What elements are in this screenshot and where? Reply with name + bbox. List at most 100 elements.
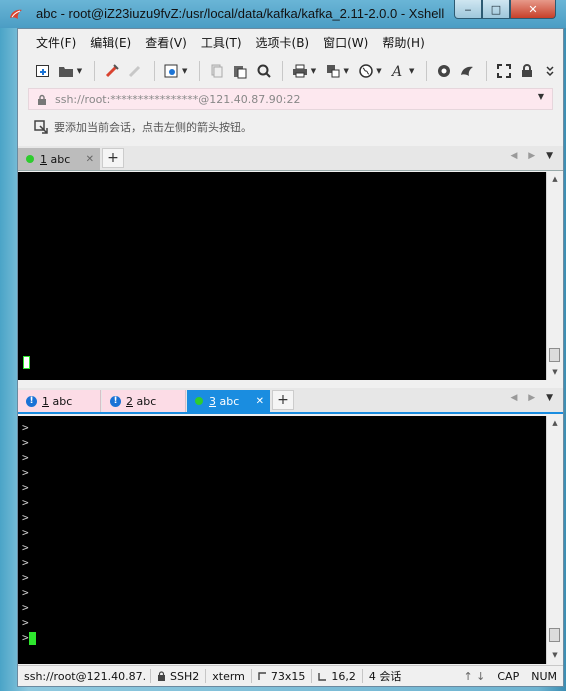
tab-session-2-warning[interactable]: ! 2 abc (102, 390, 186, 412)
toolbar-separator (94, 61, 96, 81)
prompt-line: > (22, 481, 29, 494)
prompt-line: > (22, 436, 29, 449)
prompt-line: > (22, 511, 29, 524)
menu-bar: 文件(F) 编辑(E) 查看(V) 工具(T) 选项卡(B) 窗口(W) 帮助(… (18, 29, 563, 55)
menu-view[interactable]: 查看(V) (145, 34, 187, 51)
minimize-button[interactable]: ‒ (454, 0, 482, 19)
warning-icon: ! (26, 395, 37, 407)
top-scrollbar[interactable]: ▲ ▼ (546, 172, 563, 380)
prompt-char: > (22, 631, 29, 644)
resize-icon (258, 671, 266, 680)
scroll-up-icon[interactable]: ▲ (547, 416, 563, 430)
connected-status-icon (26, 155, 34, 163)
status-terminal: xterm (212, 669, 245, 683)
fullscreen-icon[interactable] (493, 60, 514, 82)
terminal-top[interactable] (18, 172, 546, 380)
menu-edit[interactable]: 编辑(E) (90, 34, 131, 51)
scroll-down-icon[interactable]: ▼ (547, 365, 563, 379)
tab-session-1[interactable]: 1 abc ✕ (18, 148, 100, 170)
prompt-line: > (22, 526, 29, 539)
menu-tabs[interactable]: 选项卡(B) (256, 34, 310, 51)
globe-dropdown-icon[interactable]: ▼ (376, 67, 381, 75)
terminal-bottom[interactable]: > > > > > > > > > > > > > > > (18, 416, 546, 664)
prompt-line: > (22, 571, 29, 584)
hint-bar: 要添加当前会话，点击左侧的箭头按钮。 (28, 115, 553, 139)
title-bar[interactable]: abc - root@iZ23iuzu9fvZ:/usr/local/data/… (0, 0, 566, 28)
status-num: NUM (531, 669, 557, 683)
xagent-icon[interactable] (457, 60, 478, 82)
prompt-line: > (22, 616, 29, 629)
more-icon[interactable] (540, 60, 561, 82)
tab-number: 1 (42, 394, 49, 408)
tab-list-dropdown-icon: ▼ (546, 151, 557, 161)
tab-navigation[interactable]: ◀ ▶ ▼ (511, 393, 558, 403)
close-tab-icon[interactable]: ✕ (86, 154, 94, 165)
status-connection: ssh://root@121.40.87. (24, 669, 147, 683)
new-tab-button[interactable]: + (102, 148, 124, 168)
tab-label: abc (219, 394, 240, 408)
address-bar[interactable]: ssh://root:****************@121.40.87.90… (28, 88, 553, 110)
tab-session-3-active[interactable]: 3 abc ✕ (187, 390, 270, 412)
tab-navigation[interactable]: ◀ ▶ ▼ (511, 151, 558, 161)
terminal-output: > > > > > > > > > > > > > > > (22, 420, 36, 645)
tab-session-1-warning[interactable]: ! 1 abc (18, 390, 101, 412)
toolbar-separator (153, 61, 155, 81)
font-icon[interactable]: A (388, 60, 409, 82)
new-session-icon[interactable] (32, 60, 53, 82)
prompt-line-current: > (22, 630, 36, 645)
open-folder-icon[interactable] (55, 60, 76, 82)
print-icon[interactable] (289, 60, 310, 82)
transfer-icon[interactable] (322, 60, 343, 82)
top-tab-strip: 1 abc ✕ + ◀ ▶ ▼ (18, 146, 563, 171)
window-controls: ‒ □ ✕ (454, 0, 556, 20)
maximize-button[interactable]: □ (482, 0, 510, 19)
scroll-up-icon[interactable]: ▲ (547, 172, 563, 186)
size-label: 73x15 (270, 669, 306, 683)
address-dropdown-icon[interactable]: ▼ (538, 92, 544, 101)
font-dropdown-icon[interactable]: ▼ (409, 67, 414, 75)
tab-label: abc (136, 394, 157, 408)
tab-number: 2 (126, 394, 133, 408)
print-dropdown-icon[interactable]: ▼ (311, 67, 316, 75)
scroll-thumb[interactable] (549, 348, 560, 362)
transfer-dropdown-icon[interactable]: ▼ (343, 67, 348, 75)
position-label: 16,2 (331, 669, 356, 683)
protocol-label: SSH2 (170, 669, 200, 683)
globe-icon[interactable] (355, 60, 376, 82)
close-tab-icon[interactable]: ✕ (256, 396, 264, 407)
add-session-arrow-icon[interactable] (34, 120, 48, 134)
scroll-thumb[interactable] (549, 628, 560, 642)
menu-file[interactable]: 文件(F) (36, 34, 76, 51)
lock-icon (158, 671, 165, 681)
lock-icon (38, 94, 46, 105)
prompt-line: > (22, 556, 29, 569)
properties-dropdown-icon[interactable]: ▼ (182, 67, 187, 75)
tab-number: 1 (40, 152, 47, 166)
bottom-scrollbar[interactable]: ▲ ▼ (546, 416, 563, 664)
toolbar-separator (282, 61, 284, 81)
disconnect-icon[interactable] (124, 60, 145, 82)
status-scroll-icons[interactable]: ↑ ↓ (457, 670, 491, 683)
menu-tools[interactable]: 工具(T) (201, 34, 242, 51)
menu-window[interactable]: 窗口(W) (323, 34, 368, 51)
properties-icon[interactable] (161, 60, 182, 82)
toolbar-separator (426, 61, 428, 81)
find-icon[interactable] (253, 60, 274, 82)
xftp-icon[interactable] (433, 60, 454, 82)
window-title: abc - root@iZ23iuzu9fvZ:/usr/local/data/… (36, 6, 445, 21)
toolbar-separator (199, 61, 201, 81)
reconnect-icon[interactable] (101, 60, 122, 82)
toolbar-separator (486, 61, 487, 81)
open-dropdown-icon[interactable]: ▼ (77, 67, 82, 75)
tab-list-dropdown-icon: ▼ (546, 393, 557, 403)
address-input[interactable]: ssh://root:****************@121.40.87.90… (55, 93, 301, 106)
prompt-line: > (22, 421, 29, 434)
close-button[interactable]: ✕ (510, 0, 556, 19)
menu-help[interactable]: 帮助(H) (382, 34, 424, 51)
copy-icon[interactable] (206, 60, 227, 82)
status-position: 16,2 (312, 670, 362, 683)
scroll-down-icon[interactable]: ▼ (547, 648, 563, 662)
paste-icon[interactable] (230, 60, 251, 82)
lock-icon[interactable] (516, 60, 537, 82)
new-tab-button[interactable]: + (272, 390, 294, 410)
